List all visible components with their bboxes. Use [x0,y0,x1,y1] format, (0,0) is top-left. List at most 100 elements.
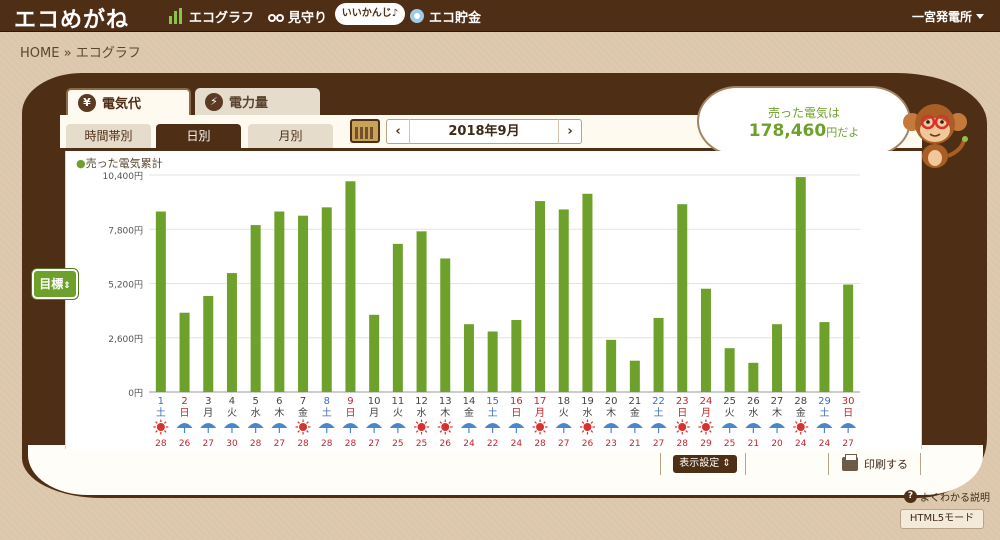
app-logo[interactable]: エコめがね [14,2,129,34]
x-tick-weekday: 火 [227,407,237,419]
nav-eco-graph[interactable]: エコグラフ [168,6,254,26]
sun-ray-icon [424,421,428,424]
x-tick-day: 8 [324,396,330,407]
bar [700,288,711,392]
sun-ray-icon [155,421,158,424]
temp-high: 27 [558,439,569,449]
temp-high: 29 [700,439,712,449]
tab-electric-energy[interactable]: ⚡ 電力量 [195,88,320,115]
x-tick-day: 15 [486,396,499,407]
sold-electricity-caption: 売った電気は [767,106,840,120]
x-tick-weekday: 日 [180,408,190,419]
x-tick-weekday: 木 [772,407,782,419]
sun-ray-icon [700,421,703,424]
x-tick-day: 5 [252,396,258,407]
x-tick-day: 25 [723,396,736,407]
sun-icon [701,423,710,431]
umbrella-icon [318,423,335,428]
x-tick-weekday: 水 [582,407,592,419]
display-settings-button[interactable]: 表示設定 ⇕ [673,455,737,473]
next-month-button[interactable]: › [559,124,581,139]
chevron-down-icon[interactable] [976,14,984,19]
sold-electricity-amount: 178,460円だよ [699,121,909,141]
nav-mimamori[interactable]: 見守り [267,6,327,26]
temp-high: 20 [771,439,783,449]
bar [226,273,237,392]
bar [416,231,427,392]
temp-high: 27 [842,439,853,449]
x-tick-weekday: 月 [701,407,711,419]
mimamori-status-bubble: いいかんじ♪ [335,3,405,25]
breadcrumb: HOME » エコグラフ [20,42,141,61]
x-tick-weekday: 木 [606,407,616,419]
x-tick-day: 27 [771,396,784,407]
x-tick-weekday: 木 [440,407,450,419]
temp-high: 28 [534,439,546,449]
sun-ray-icon [685,421,688,424]
tab-daily[interactable]: 日別 [156,124,241,148]
x-tick-day: 6 [276,396,282,407]
html5-mode-button[interactable]: HTML5モード [900,509,984,529]
x-tick-weekday: 日 [345,408,355,419]
temp-high: 28 [321,439,333,449]
calendar-icon[interactable] [350,119,380,143]
x-tick-day: 4 [229,396,235,407]
footer-divider [828,453,829,475]
tab-monthly[interactable]: 月別 [248,124,333,148]
x-tick-day: 12 [415,396,428,407]
sun-ray-icon [543,430,546,433]
help-link[interactable]: ? よくわかる説明 [904,489,990,504]
lightning-icon: ⚡ [205,92,223,111]
x-tick-weekday: 土 [488,406,498,419]
sun-ray-icon [543,421,546,424]
y-tick-label: 0円 [128,388,143,399]
x-tick-weekday: 金 [796,406,806,419]
x-tick-day: 22 [652,396,665,407]
temp-high: 27 [203,439,214,449]
temp-high: 21 [629,439,640,449]
bar [345,181,356,392]
x-tick-day: 20 [605,396,618,407]
x-tick-weekday: 金 [464,406,474,419]
x-tick-day: 16 [510,396,523,407]
footer-divider [660,453,661,475]
tab-hourly[interactable]: 時間帯別 [66,124,151,148]
x-tick-weekday: 月 [369,407,379,419]
umbrella-icon [176,423,193,428]
umbrella-icon [555,423,572,428]
sun-icon [417,423,426,431]
sun-ray-icon [439,421,443,424]
bar [369,314,380,392]
y-tick-label: 2,600円 [108,334,143,345]
breadcrumb-home[interactable]: HOME [20,46,59,61]
breadcrumb-current: エコグラフ [75,46,141,61]
umbrella-icon [484,423,501,428]
bar [724,348,735,392]
prev-month-button[interactable]: ‹ [387,124,409,139]
bar [487,331,498,392]
bar [629,360,640,392]
sun-icon [441,423,450,431]
bar [582,193,593,392]
print-button[interactable]: 印刷する [842,454,908,472]
temp-high: 30 [226,439,238,449]
sun-icon [678,423,687,431]
umbrella-icon [366,423,383,428]
bar [819,322,830,392]
nav-eco-savings[interactable]: エコ貯金 [408,6,481,26]
plant-selector[interactable]: 一宮発電所 [912,8,972,25]
bar [463,324,474,392]
sun-ray-icon [700,430,703,433]
x-tick-day: 29 [818,396,831,407]
x-tick-day: 1 [158,396,164,407]
x-tick-weekday: 水 [748,407,758,419]
x-tick-day: 13 [439,396,452,407]
temp-high: 21 [748,439,759,449]
tab-electricity-cost[interactable]: ¥ 電気代 [66,88,191,115]
tab-electricity-cost-label: 電気代 [102,97,142,112]
sun-ray-icon [448,430,451,433]
temp-high: 24 [795,439,807,449]
bar [321,207,332,392]
sun-ray-icon [306,421,309,424]
temp-high: 26 [179,439,191,449]
